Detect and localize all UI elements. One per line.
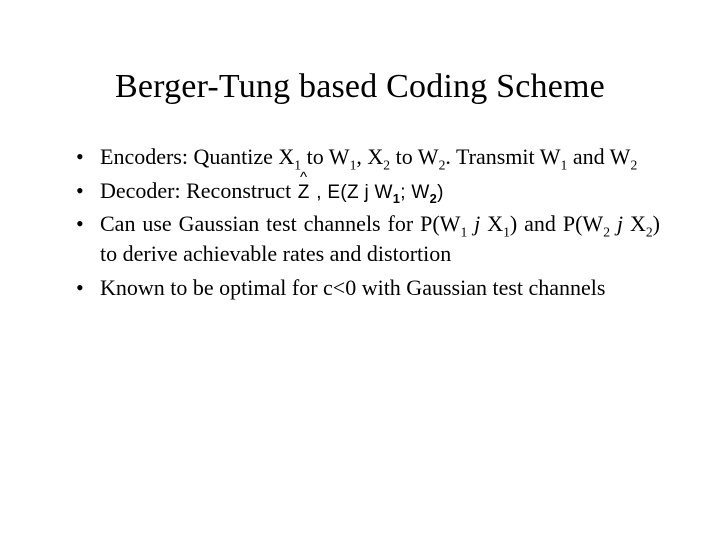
z-hat-symbol: Z xyxy=(297,180,311,206)
text: . Transmit W xyxy=(445,144,560,169)
text: to W xyxy=(390,144,438,169)
slide: Berger-Tung based Coding Scheme Encoders… xyxy=(0,0,720,540)
text: ) xyxy=(437,182,444,203)
text: and W xyxy=(567,144,630,169)
text xyxy=(610,211,617,236)
text: X xyxy=(623,211,646,236)
text: Known to be optimal for c<0 with Gaussia… xyxy=(100,275,605,300)
text: Can use Gaussian test channels for P(W xyxy=(100,211,460,236)
text: ; W xyxy=(400,182,429,203)
decoder-formula: Z , E(Z j W1; W2) xyxy=(297,182,444,203)
text: Decoder: Reconstruct xyxy=(100,178,297,203)
text: to W xyxy=(301,144,349,169)
subscript: 2 xyxy=(630,157,637,172)
slide-title: Berger-Tung based Coding Scheme xyxy=(56,68,664,106)
bullet-decoder: Decoder: Reconstruct Z , E(Z j W1; W2) xyxy=(76,176,660,206)
subscript: 2 xyxy=(603,225,610,240)
subscript: 2 xyxy=(646,225,653,240)
text: , X xyxy=(356,144,383,169)
bullet-optimal: Known to be optimal for c<0 with Gaussia… xyxy=(76,273,660,303)
text: Encoders: Quantize X xyxy=(100,144,294,169)
text: ) and P(W xyxy=(510,211,603,236)
bullet-list: Encoders: Quantize X1 to W1, X2 to W2. T… xyxy=(56,142,664,306)
text: X xyxy=(480,211,503,236)
text: E(Z j W xyxy=(327,182,392,203)
bullet-encoders: Encoders: Quantize X1 to W1, X2 to W2. T… xyxy=(76,142,660,172)
text: , xyxy=(311,182,328,203)
bullet-gaussian-channels: Can use Gaussian test channels for P(W1 … xyxy=(76,209,660,268)
subscript: 1 xyxy=(503,225,510,240)
